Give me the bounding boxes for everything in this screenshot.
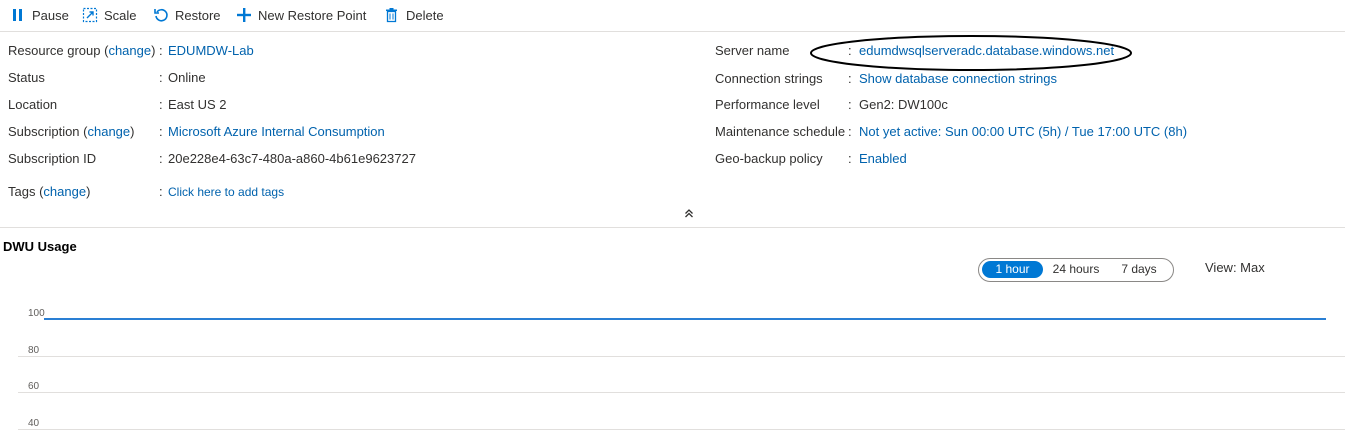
gridline [18, 355, 1345, 357]
plus-icon [236, 7, 252, 23]
restore-button[interactable]: Restore [153, 6, 221, 24]
pause-button[interactable]: Pause [10, 6, 69, 24]
status-value: Online [168, 70, 206, 85]
new-restore-point-label: New Restore Point [258, 7, 367, 23]
tags-label: Tags ( [8, 184, 44, 199]
colon: : [159, 70, 163, 85]
resource-group-value-link[interactable]: EDUMDW-Lab [168, 42, 254, 60]
colon: : [159, 97, 163, 112]
restore-label: Restore [175, 7, 221, 23]
location-label: Location [8, 97, 58, 112]
resource-group-label: Resource group ( [8, 43, 109, 58]
subscription-change-link[interactable]: change [87, 124, 130, 139]
paren-close: ) [151, 43, 156, 58]
highlight-ellipse-annotation [810, 35, 1132, 71]
connection-strings-label: Connection strings [715, 71, 823, 86]
time-range-24-hours[interactable]: 24 hours [1045, 261, 1107, 278]
view-max-label: View: Max [1205, 260, 1265, 275]
new-restore-point-button[interactable]: New Restore Point [236, 6, 366, 24]
gridline [18, 428, 1345, 430]
colon: : [159, 151, 163, 166]
subscription-value-link[interactable]: Microsoft Azure Internal Consumption [168, 123, 385, 141]
scale-icon [82, 7, 98, 23]
performance-level-value: Gen2: DW100c [859, 97, 948, 112]
chart-title: DWU Usage [3, 239, 77, 254]
colon: : [848, 124, 852, 139]
colon: : [159, 184, 163, 199]
y-axis-tick-label: 60 [28, 381, 40, 392]
paren-close: ) [86, 184, 91, 199]
paren-close: ) [130, 124, 135, 139]
time-range-selector: 1 hour 24 hours 7 days [978, 258, 1174, 282]
time-range-1-hour[interactable]: 1 hour [982, 261, 1043, 278]
pause-label: Pause [32, 7, 69, 23]
subscription-id-label: Subscription ID [8, 151, 97, 166]
status-label: Status [8, 70, 45, 85]
colon: : [848, 97, 852, 112]
y-axis-tick-label: 100 [28, 308, 45, 319]
scale-button[interactable]: Scale [82, 6, 137, 24]
performance-level-label: Performance level [715, 97, 820, 112]
server-name-label: Server name [715, 43, 790, 58]
y-axis-tick-label: 40 [28, 417, 40, 429]
resource-group-change-link[interactable]: change [108, 43, 151, 58]
colon: : [159, 43, 163, 58]
command-bar: Pause Scale Restore New Restore Point De… [0, 0, 1345, 32]
gridline [18, 392, 1345, 393]
delete-button[interactable]: Delete [384, 6, 444, 24]
essentials-panel: Resource group (change) : EDUMDW-Lab Sta… [0, 32, 1345, 228]
maintenance-schedule-link[interactable]: Not yet active: Sun 00:00 UTC (5h) / Tue… [859, 123, 1187, 141]
pause-icon [10, 7, 26, 23]
time-range-7-days[interactable]: 7 days [1109, 261, 1169, 278]
colon: : [159, 124, 163, 139]
maintenance-schedule-label: Maintenance schedule [715, 124, 846, 139]
colon: : [848, 151, 852, 166]
location-value: East US 2 [168, 97, 227, 112]
collapse-chevron-icon[interactable] [683, 207, 695, 219]
subscription-label: Subscription ( [8, 124, 88, 139]
scale-label: Scale [104, 7, 137, 23]
y-axis-tick-label: 80 [28, 344, 40, 356]
subscription-id-value: 20e228e4-63c7-480a-a860-4b61e9623727 [168, 151, 416, 166]
add-tags-link[interactable]: Click here to add tags [168, 183, 284, 201]
geo-backup-link[interactable]: Enabled [859, 150, 907, 168]
restore-icon [153, 7, 169, 23]
trash-icon [384, 7, 400, 23]
tags-change-link[interactable]: change [43, 184, 86, 199]
geo-backup-label: Geo-backup policy [715, 151, 823, 166]
dwu-usage-series-line [44, 318, 1326, 320]
delete-label: Delete [406, 7, 444, 23]
